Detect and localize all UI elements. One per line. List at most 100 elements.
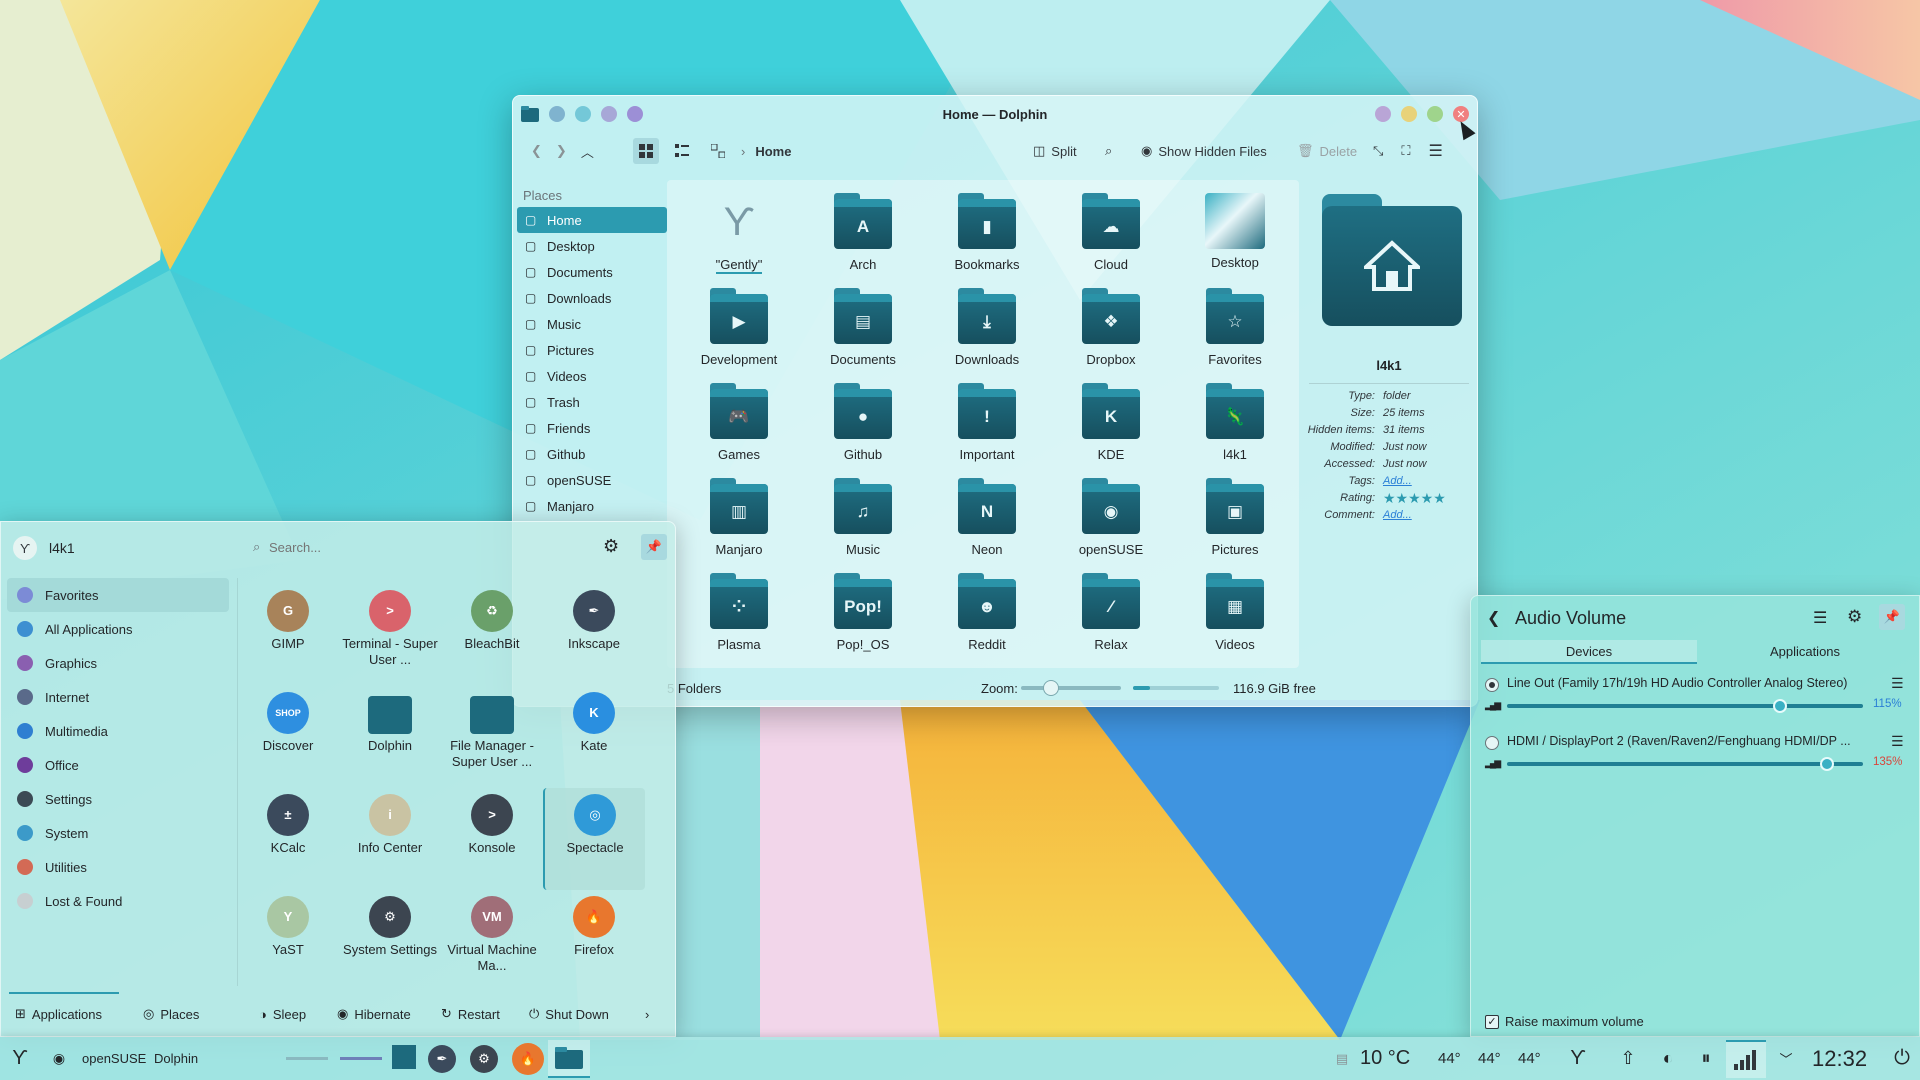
- sidebar-item-manjaro[interactable]: ▢ Manjaro: [517, 493, 667, 519]
- info-value[interactable]: Add...: [1383, 473, 1412, 490]
- file-item[interactable]: ▮ Bookmarks: [925, 188, 1049, 283]
- breadcrumb-home[interactable]: Home: [755, 144, 791, 159]
- category-all-applications[interactable]: All Applications: [7, 612, 229, 646]
- category-settings[interactable]: Settings: [7, 782, 229, 816]
- radio-button[interactable]: [1485, 736, 1499, 750]
- file-item[interactable]: ● Github: [801, 378, 925, 473]
- rating-stars[interactable]: ★★★★★: [1383, 490, 1446, 507]
- file-item[interactable]: ▥ Manjaro: [677, 473, 801, 568]
- updates-icon[interactable]: ⇧: [1616, 1048, 1640, 1069]
- applications-tab[interactable]: ⊞ Applications: [15, 1006, 102, 1022]
- firefox-task-icon[interactable]: 🔥: [512, 1042, 544, 1075]
- hibernate-button[interactable]: ◉ Hibernate: [337, 1006, 411, 1022]
- sidebar-item-desktop[interactable]: ▢ Desktop: [517, 233, 667, 259]
- clock[interactable]: 12:32: [1812, 1046, 1867, 1072]
- info-value[interactable]: Add...: [1383, 507, 1412, 524]
- app-kate[interactable]: K Kate: [543, 686, 645, 788]
- restart-button[interactable]: ↻ Restart: [441, 1006, 500, 1022]
- gear-icon[interactable]: ⚙: [1847, 607, 1862, 627]
- file-item[interactable]: ☆ Favorites: [1173, 283, 1297, 378]
- zoom-slider[interactable]: [1021, 680, 1121, 696]
- pin-icon[interactable]: 📌: [1879, 604, 1905, 630]
- back-icon[interactable]: ❮: [1487, 608, 1500, 628]
- raise-max-volume-checkbox[interactable]: ✓ Raise maximum volume: [1485, 1014, 1644, 1029]
- sidebar-item-music[interactable]: ▢ Music: [517, 311, 667, 337]
- night-color-icon[interactable]: ◐: [1656, 1048, 1680, 1069]
- file-item[interactable]: ! Important: [925, 378, 1049, 473]
- sidebar-item-trash[interactable]: ▢ Trash: [517, 389, 667, 415]
- desktop-3-pager[interactable]: [392, 1045, 416, 1069]
- file-item[interactable]: ♫ Music: [801, 473, 925, 568]
- shutdown-button[interactable]: ⏻ Shut Down: [529, 1006, 609, 1022]
- category-graphics[interactable]: Graphics: [7, 646, 229, 680]
- file-item[interactable]: N Neon: [925, 473, 1049, 568]
- show-hidden-files-button[interactable]: Show Hidden Files: [1158, 144, 1266, 159]
- compact-view-icon[interactable]: [669, 138, 695, 164]
- category-system[interactable]: System: [7, 816, 229, 850]
- maximize-button[interactable]: [1427, 106, 1443, 122]
- app-gimp[interactable]: G GIMP: [237, 584, 339, 686]
- file-item[interactable]: ϒ "Gently": [677, 188, 801, 283]
- more-options-icon[interactable]: ›: [645, 1007, 649, 1022]
- minimize-button[interactable]: [1401, 106, 1417, 122]
- file-item[interactable]: 🎮 Games: [677, 378, 801, 473]
- weather-temp[interactable]: 10 °C: [1360, 1047, 1410, 1070]
- file-item[interactable]: ⁄ Relax: [1049, 568, 1173, 663]
- file-item[interactable]: A Arch: [801, 188, 925, 283]
- inkscape-task-icon[interactable]: ✒: [428, 1044, 456, 1073]
- file-item[interactable]: ▤ Documents: [801, 283, 925, 378]
- app-file-manager-super-user-[interactable]: File Manager - Super User ...: [441, 686, 543, 788]
- desktop-2-pager[interactable]: [340, 1057, 382, 1060]
- select-icon[interactable]: ⛶: [1401, 143, 1410, 159]
- application-launcher-icon[interactable]: ϒ: [8, 1047, 32, 1070]
- file-item[interactable]: ▣ Pictures: [1173, 473, 1297, 568]
- sidebar-item-friends[interactable]: ▢ Friends: [517, 415, 667, 441]
- category-office[interactable]: Office: [7, 748, 229, 782]
- opensuse-icon[interactable]: ϒ: [1566, 1047, 1590, 1070]
- volume-slider-handle[interactable]: [1772, 699, 1787, 713]
- app-dolphin[interactable]: Dolphin: [339, 686, 441, 788]
- sidebar-item-home[interactable]: ▢ Home: [517, 207, 667, 233]
- category-utilities[interactable]: Utilities: [7, 850, 229, 884]
- app-terminal-super-user-[interactable]: > Terminal - Super User ...: [339, 584, 441, 686]
- sidebar-item-documents[interactable]: ▢ Documents: [517, 259, 667, 285]
- sidebar-item-videos[interactable]: ▢ Videos: [517, 363, 667, 389]
- volume-slider[interactable]: [1507, 762, 1863, 766]
- device-menu-icon[interactable]: ☰: [1891, 675, 1904, 692]
- category-multimedia[interactable]: Multimedia: [7, 714, 229, 748]
- tab-devices[interactable]: Devices: [1481, 640, 1697, 664]
- app-system-settings[interactable]: ⚙ System Settings: [339, 890, 441, 992]
- media-pause-icon[interactable]: ⏸: [1694, 1048, 1718, 1069]
- app-virtual-machine-ma-[interactable]: VM Virtual Machine Ma...: [441, 890, 543, 992]
- icons-view-icon[interactable]: [633, 138, 659, 164]
- app-kcalc[interactable]: ± KCalc: [237, 788, 339, 890]
- gear-icon[interactable]: ⚙: [603, 536, 619, 557]
- app-discover[interactable]: SHOP Discover: [237, 686, 339, 788]
- tab-applications[interactable]: Applications: [1697, 640, 1913, 664]
- split-button[interactable]: Split: [1051, 144, 1076, 159]
- audio-volume-icon[interactable]: [1726, 1039, 1766, 1078]
- sidebar-item-downloads[interactable]: ▢ Downloads: [517, 285, 667, 311]
- app-konsole[interactable]: > Konsole: [441, 788, 543, 890]
- desktop-1-pager[interactable]: [286, 1057, 328, 1060]
- app-yast[interactable]: Y YaST: [237, 890, 339, 992]
- file-item[interactable]: ☁ Cloud: [1049, 188, 1173, 283]
- app-info-center[interactable]: i Info Center: [339, 788, 441, 890]
- sleep-button[interactable]: ◑ Sleep: [259, 1007, 306, 1022]
- search-icon[interactable]: ⌕: [1105, 143, 1112, 159]
- category-favorites[interactable]: Favorites: [7, 578, 229, 612]
- back-icon[interactable]: ❮: [531, 143, 542, 159]
- hamburger-menu-icon[interactable]: ☰: [1813, 608, 1827, 628]
- search-input[interactable]: [269, 534, 569, 560]
- help-button[interactable]: [1375, 106, 1391, 122]
- pin-icon[interactable]: 📌: [641, 534, 667, 560]
- up-icon[interactable]: ︿: [581, 142, 594, 161]
- sidebar-item-pictures[interactable]: ▢ Pictures: [517, 337, 667, 363]
- chevron-up-icon[interactable]: ﹀: [1776, 1049, 1796, 1068]
- radio-button[interactable]: [1485, 678, 1499, 692]
- device-menu-icon[interactable]: ☰: [1891, 733, 1904, 750]
- file-item[interactable]: ▶ Development: [677, 283, 801, 378]
- volume-slider[interactable]: [1507, 704, 1863, 708]
- power-icon[interactable]: ⏻: [1890, 1047, 1914, 1070]
- app-firefox[interactable]: 🔥 Firefox: [543, 890, 645, 992]
